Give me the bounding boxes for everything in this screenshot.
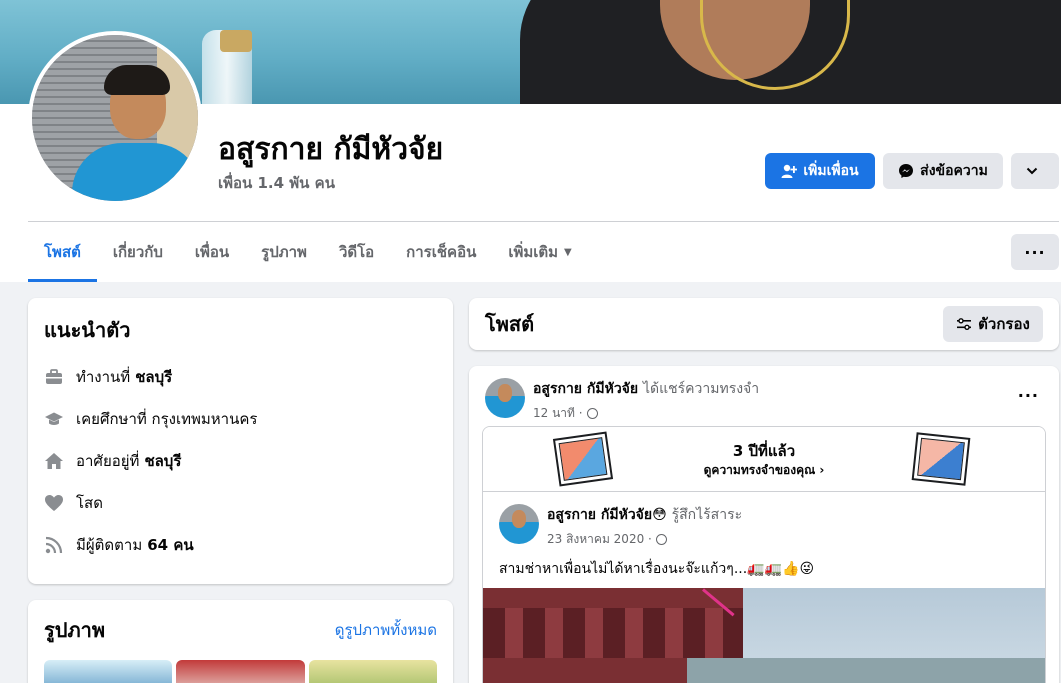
- filter-button[interactable]: ตัวกรอง: [943, 306, 1043, 342]
- intro-item-relationship-text: โสด: [76, 494, 103, 512]
- chevron-down-icon: [1026, 167, 1038, 175]
- post-author-name[interactable]: อสูรกาย กัมีหัวจัย: [533, 381, 638, 397]
- tab-photos[interactable]: รูปภาพ: [245, 222, 323, 282]
- photo-thumbnail[interactable]: [308, 660, 437, 683]
- shared-post-author-name[interactable]: อสูรกาย กัมีหัวจัย😳: [547, 507, 667, 523]
- tab-friends-label: เพื่อน: [194, 243, 230, 261]
- intro-item-lives-in: อาศัยอยู่ที่ ชลบุรี: [44, 440, 437, 482]
- intro-item-lives-in-text: อาศัยอยู่ที่: [76, 452, 140, 470]
- tab-videos-label: วิดีโอ: [338, 243, 375, 261]
- friends-count[interactable]: เพื่อน 1.4 พัน คน: [218, 171, 335, 195]
- shared-post-date-text: 23 สิงหาคม 2020 ·: [547, 532, 652, 546]
- globe-icon: [655, 534, 667, 545]
- avatar-hair: [104, 65, 170, 95]
- post-card: อสูรกาย กัมีหัวจัย ได้แชร์ความทรงจำ 12 น…: [469, 366, 1059, 683]
- posts-title: โพสต์: [485, 312, 535, 336]
- memory-attachment: 3 ปีที่แล้ว ดูความทรงจำของคุณ › อสูรกาย …: [482, 426, 1046, 683]
- intro-item-lives-in-value[interactable]: ชลบุรี: [144, 449, 181, 473]
- add-friend-button[interactable]: เพิ่มเพื่อน: [765, 153, 875, 189]
- messenger-icon: [899, 164, 914, 178]
- shared-post-author-avatar[interactable]: [499, 504, 539, 544]
- filter-label: ตัวกรอง: [978, 315, 1030, 333]
- photos-title: รูปภาพ: [44, 618, 106, 642]
- shared-post-photo[interactable]: [483, 588, 1045, 683]
- more-options-button[interactable]: [1011, 153, 1059, 189]
- post-author-line: อสูรกาย กัมีหัวจัย ได้แชร์ความทรงจำ: [533, 378, 759, 400]
- intro-title: แนะนำตัว: [44, 318, 131, 342]
- post-options-button[interactable]: ···: [1018, 386, 1039, 405]
- heart-icon: [44, 493, 64, 513]
- shared-post-header: อสูรกาย กัมีหัวจัย😳 รู้สึกไร้สาระ 23 สิง…: [499, 504, 742, 549]
- filter-sliders-icon: [957, 318, 972, 331]
- tab-photos-label: รูปภาพ: [261, 243, 307, 261]
- intro-item-education-text: เคยศึกษาที่ กรุงเทพมหานคร: [76, 410, 258, 428]
- briefcase-icon: [44, 367, 64, 387]
- tab-about[interactable]: เกี่ยวกับ: [97, 222, 179, 282]
- see-all-photos-link[interactable]: ดูรูปภาพทั้งหมด: [335, 618, 437, 642]
- intro-item-followers: มีผู้ติดตาม 64 คน: [44, 524, 437, 566]
- shared-post-feeling: รู้สึกไร้สาระ: [671, 507, 743, 523]
- tab-posts[interactable]: โพสต์: [28, 222, 97, 282]
- tab-posts-label: โพสต์: [44, 243, 81, 261]
- cover-bottle-cap: [220, 30, 252, 52]
- tab-checkins-label: การเช็คอิน: [406, 243, 477, 261]
- post-header: อสูรกาย กัมีหัวจัย ได้แชร์ความทรงจำ 12 น…: [485, 378, 759, 423]
- memory-polaroid-icon: [911, 432, 971, 486]
- rss-icon: [44, 535, 64, 555]
- more-dots-icon: ···: [1024, 242, 1046, 262]
- intro-item-work: ทำงานที่ ชลบุรี: [44, 356, 437, 398]
- shared-post-date[interactable]: 23 สิงหาคม 2020 ·: [547, 530, 742, 549]
- photo-thumbnail[interactable]: [44, 660, 173, 683]
- post-timestamp[interactable]: 12 นาที ·: [533, 404, 759, 423]
- shared-post-author-line: อสูรกาย กัมีหัวจัย😳 รู้สึกไร้สาระ: [547, 504, 742, 526]
- intro-item-followers-text: มีผู้ติดตาม: [76, 536, 143, 554]
- intro-item-work-value[interactable]: ชลบุรี: [135, 365, 172, 389]
- shared-post-meta: อสูรกาย กัมีหัวจัย😳 รู้สึกไร้สาระ 23 สิง…: [547, 504, 742, 549]
- tabs-more-options-button[interactable]: ···: [1011, 234, 1059, 270]
- photo-thumbnail[interactable]: [176, 660, 305, 683]
- home-icon: [44, 451, 64, 471]
- photos-card: รูปภาพ ดูรูปภาพทั้งหมด: [28, 600, 453, 683]
- post-time-text: 12 นาที ·: [533, 406, 583, 420]
- profile-avatar[interactable]: [28, 31, 202, 205]
- add-friend-label: เพิ่มเพื่อน: [803, 163, 859, 179]
- send-message-button[interactable]: ส่งข้อความ: [883, 153, 1003, 189]
- posts-header-card: โพสต์ ตัวกรอง: [469, 298, 1059, 350]
- send-message-label: ส่งข้อความ: [920, 163, 988, 179]
- globe-icon: [586, 408, 598, 419]
- photo-thumbnails: [44, 660, 437, 683]
- tab-about-label: เกี่ยวกับ: [112, 243, 163, 261]
- intro-card: แนะนำตัว ทำงานที่ ชลบุรี เคยศึกษาที่ กรุ…: [28, 298, 453, 584]
- shared-post-text: สามช่าหาเพื่อนไม่ได้หาเรื่องนะจ๊ะแก้วๆ..…: [499, 561, 815, 577]
- tab-more[interactable]: เพิ่มเติม ▼: [492, 222, 587, 282]
- profile-name: อสูรกาย กัมีหัวจัย: [218, 132, 444, 167]
- post-action-text: ได้แชร์ความทรงจำ: [642, 381, 760, 397]
- post-meta: อสูรกาย กัมีหัวจัย ได้แชร์ความทรงจำ 12 น…: [533, 378, 759, 423]
- intro-item-followers-value[interactable]: 64 คน: [147, 533, 193, 557]
- tab-more-label: เพิ่มเติม: [508, 243, 559, 261]
- tab-checkins[interactable]: การเช็คอิน: [390, 222, 492, 282]
- memory-banner[interactable]: 3 ปีที่แล้ว ดูความทรงจำของคุณ ›: [483, 427, 1045, 492]
- caret-down-icon: ▼: [564, 246, 572, 258]
- profile-tabs: โพสต์ เกี่ยวกับ เพื่อน รูปภาพ วิดีโอ การ…: [28, 222, 588, 282]
- post-author-avatar[interactable]: [485, 378, 525, 418]
- intro-item-work-text: ทำงานที่: [76, 368, 131, 386]
- tab-friends[interactable]: เพื่อน: [179, 222, 245, 282]
- intro-item-relationship: โสด: [44, 482, 437, 524]
- intro-item-education: เคยศึกษาที่ กรุงเทพมหานคร: [44, 398, 437, 440]
- photos-card-header: รูปภาพ ดูรูปภาพทั้งหมด: [44, 614, 437, 646]
- graduation-cap-icon: [44, 409, 64, 429]
- photo-trees: [687, 658, 1045, 683]
- tab-videos[interactable]: วิดีโอ: [323, 222, 390, 282]
- add-friend-icon: [781, 164, 798, 178]
- profile-header: อสูรกาย กัมีหัวจัย เพื่อน 1.4 พัน คน เพิ…: [0, 0, 1061, 282]
